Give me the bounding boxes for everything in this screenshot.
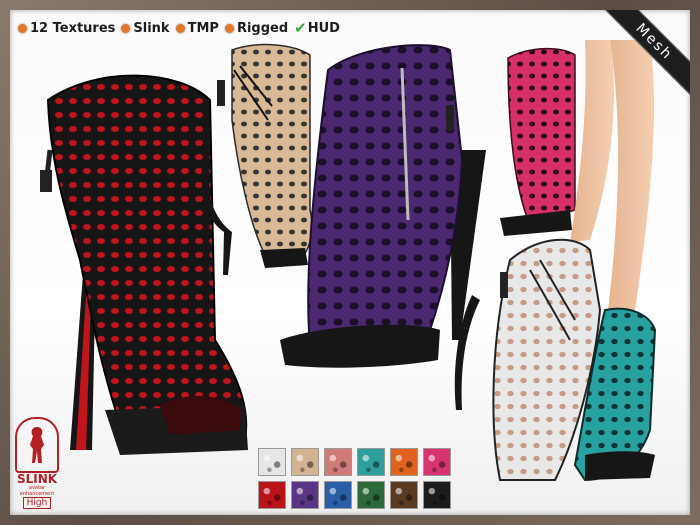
pink-shoe	[500, 47, 576, 236]
orange-dot-icon	[18, 23, 27, 33]
logo-subtitle: avatar enhancement	[19, 485, 55, 497]
feature-tmp: TMP	[175, 20, 219, 36]
color-swatch-purple	[291, 481, 319, 509]
purple-shoe	[280, 44, 486, 368]
color-swatch-green	[357, 481, 385, 509]
feature-bar: 12 Textures Slink TMP Rigged ✔ HUD	[18, 16, 340, 40]
feature-label: Rigged	[236, 20, 289, 36]
black-shoe	[40, 74, 248, 455]
feature-rigged: Rigged	[224, 20, 289, 36]
feature-label: HUD	[307, 20, 340, 36]
feature-hud: ✔ HUD	[294, 19, 340, 37]
product-image: 12 Textures Slink TMP Rigged ✔ HUD Mesh	[10, 10, 690, 515]
picture-frame: 12 Textures Slink TMP Rigged ✔ HUD Mesh	[0, 0, 700, 525]
color-swatch-grid	[258, 448, 451, 509]
slink-logo: SLINK avatar enhancement High	[14, 417, 60, 509]
color-swatch-red	[258, 481, 286, 509]
logo-brand: SLINK	[16, 472, 58, 486]
slink-seal-icon	[15, 417, 59, 473]
color-swatch-blue	[324, 481, 352, 509]
feature-textures: 12 Textures	[18, 21, 115, 36]
color-swatch-orange	[390, 448, 418, 476]
shoe-illustration	[40, 40, 657, 482]
logo-tier: High	[22, 497, 52, 509]
orange-dot-icon	[175, 23, 185, 33]
color-swatch-nude	[291, 448, 319, 476]
color-swatch-white	[258, 448, 286, 476]
check-icon: ✔	[294, 19, 307, 37]
feature-label: 12 Textures	[30, 20, 116, 36]
feature-label: TMP	[187, 20, 219, 36]
color-swatch-rose	[324, 448, 352, 476]
color-swatch-black	[423, 481, 451, 509]
color-swatch-brown	[390, 481, 418, 509]
orange-dot-icon	[224, 23, 234, 33]
feature-slink: Slink	[121, 20, 170, 36]
nude-shoe	[201, 43, 313, 275]
color-swatch-teal	[357, 448, 385, 476]
color-swatch-pink	[423, 448, 451, 476]
orange-dot-icon	[121, 23, 131, 33]
feature-label: Slink	[133, 20, 170, 36]
